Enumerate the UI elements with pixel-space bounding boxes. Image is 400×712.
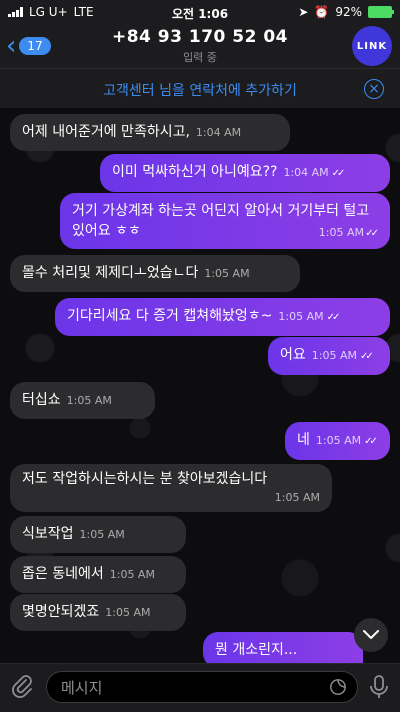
message-incoming[interactable]: 몇명안되겠죠 1:05 AM — [10, 594, 186, 631]
message-incoming[interactable]: 터십쇼 1:05 AM — [10, 382, 155, 419]
chevron-down-icon — [363, 630, 379, 639]
message-time: 1:05 AM — [79, 528, 125, 541]
message-time: 1:05 AM — [315, 434, 362, 447]
message-time: 1:05 AM — [311, 349, 357, 362]
read-checkmarks-icon: ✓✓ — [364, 436, 378, 447]
typing-status: 입력 중 — [183, 51, 217, 64]
message-time: 1:05 AM — [318, 226, 364, 239]
message-text: 이미 먹싸하신거 아니예요?? — [112, 164, 278, 180]
message-time: 1:05 AM — [278, 310, 324, 323]
message-text: 네 — [297, 432, 310, 448]
read-checkmarks-icon: ✓✓ — [365, 228, 379, 239]
message-text: 뭔 개소린지... — [215, 642, 298, 658]
message-time: 1:05 AM — [66, 394, 112, 407]
close-icon[interactable]: × — [364, 79, 384, 99]
avatar[interactable]: LINK — [352, 26, 392, 66]
location-icon: ➤ — [298, 5, 309, 19]
message-outgoing[interactable]: 거기 가상계좌 하는곳 어딘지 알아서 거기부터 털고있어요 ㅎㅎ 1:05 AM… — [60, 193, 390, 249]
message-incoming[interactable]: 식보작업 1:05 AM — [10, 516, 186, 553]
add-contact-link[interactable]: 고객센터 님을 연락처에 추가하기 — [0, 80, 400, 100]
message-outgoing[interactable]: 이미 먹싸하신거 아니예요?? 1:04 AM ✓✓ — [100, 154, 390, 192]
message-incoming[interactable]: 어제 내어준거에 만족하시고, 1:04 AM — [10, 114, 290, 151]
message-outgoing[interactable]: 네 1:05 AM ✓✓ — [285, 422, 390, 460]
message-incoming[interactable]: 저도 작업하시는하시는 분 찾아보겠습니다 1:05 AM — [10, 464, 332, 512]
message-time: 1:04 AM — [283, 166, 329, 179]
message-outgoing[interactable]: 기다리세요 다 증거 캡쳐해놨엉ㅎ~ 1:05 AM ✓✓ — [55, 298, 390, 336]
message-input[interactable] — [59, 677, 323, 699]
message-incoming[interactable]: 몰수 처리및 제제디ㅗ었습ㄴ다 1:05 AM — [10, 255, 300, 292]
message-text: 식보작업 — [22, 526, 74, 542]
message-incoming[interactable]: 좁은 동네에서 1:05 AM — [10, 556, 186, 593]
message-text: 어제 내어준거에 만족하시고, — [22, 124, 190, 140]
message-text: 몰수 처리및 제제디ㅗ었습ㄴ다 — [22, 265, 199, 281]
composer-bar — [0, 663, 400, 712]
message-text: 좁은 동네에서 — [22, 566, 104, 582]
read-checkmarks-icon: ✓✓ — [326, 312, 341, 323]
chat-title[interactable]: +84 93 170 52 04 — [0, 27, 400, 47]
message-text: 몇명안되겠죠 — [22, 604, 100, 620]
microphone-icon[interactable] — [368, 674, 390, 700]
battery-icon — [368, 6, 394, 18]
add-contact-banner: 고객센터 님을 연락처에 추가하기 × — [0, 68, 400, 109]
chat-header: ‹ 17 +84 93 170 52 04 입력 중 LINK — [0, 24, 400, 68]
message-text: 터십쇼 — [22, 392, 61, 408]
sticker-icon[interactable] — [329, 678, 347, 696]
message-text: 저도 작업하시는하시는 분 찾아보겠습니다 — [22, 471, 268, 487]
message-list[interactable]: 어제 내어준거에 만족하시고, 1:04 AM 이미 먹싸하신거 아니예요?? 1:… — [0, 108, 400, 663]
message-field[interactable] — [46, 671, 358, 703]
message-outgoing[interactable]: 뭔 개소린지... — [203, 632, 363, 663]
alarm-icon: ⏰ — [314, 5, 330, 19]
read-checkmarks-icon: ✓✓ — [359, 351, 374, 362]
read-checkmarks-icon: ✓✓ — [331, 168, 346, 179]
message-time: 1:05 AM — [105, 606, 151, 619]
message-time: 1:05 AM — [204, 267, 250, 280]
message-text: 어요 — [280, 347, 306, 363]
attach-icon[interactable] — [10, 674, 34, 698]
message-time: 1:04 AM — [195, 126, 242, 139]
battery-percent: 92% — [335, 5, 362, 19]
scroll-down-button[interactable] — [354, 618, 388, 652]
message-time: 1:05 AM — [274, 491, 320, 504]
status-bar: LG U+ LTE 오전 1:06 ➤ ⏰ 92% — [0, 0, 400, 24]
message-outgoing[interactable]: 어요 1:05 AM ✓✓ — [268, 337, 390, 375]
message-time: 1:05 AM — [109, 568, 155, 581]
status-right: ➤ ⏰ 92% — [298, 5, 394, 19]
message-text: 기다리세요 다 증거 캡쳐해놨엉ㅎ~ — [67, 308, 273, 324]
